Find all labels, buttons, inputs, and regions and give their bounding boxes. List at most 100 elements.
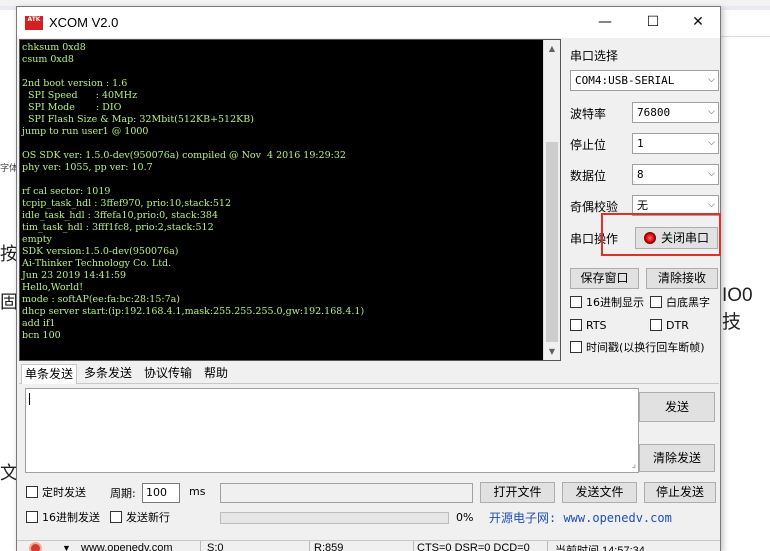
stopbits-select[interactable]: 1 ⌵ [632,133,719,154]
terminal-line: Ai-Thinker Technology Co. Ltd. [22,258,172,269]
terminal-line: SPI Mode : DIO [22,102,122,113]
terminal-line: SPI Speed : 40MHz [22,90,138,101]
terminal-line: OS SDK ver: 1.5.0-dev(950076a) compiled … [22,150,346,161]
databits-select[interactable]: 8 ⌵ [632,164,719,185]
terminal-scrollbar[interactable]: ▲ ▼ [543,40,560,360]
maximize-button[interactable]: ☐ [630,7,676,38]
close-button[interactable]: ✕ [675,7,721,38]
checkbox-box[interactable] [570,296,582,308]
chevron-down-icon: ⌵ [708,138,715,148]
checkbox-box[interactable] [650,296,662,308]
terminal-line: SPI Flash Size & Map: 32Mbit(512KB+512KB… [22,114,254,125]
terminal-line: tim_task_hdl : 3fff1fc8, prio:2,stack:51… [22,222,214,233]
hex-display-checkbox[interactable]: 16进制显示 [570,296,644,309]
white-black-label: 白底黑字 [666,296,710,309]
timed-send-checkbox[interactable]: 定时发送 [26,486,86,499]
dtr-label: DTR [666,319,689,332]
checkbox-box[interactable] [26,486,38,498]
terminal-output: chksum 0xd8 csum 0xd8 2nd boot version : … [22,42,542,342]
scroll-thumb[interactable] [546,142,558,342]
window-title: XCOM V2.0 [49,15,119,30]
scroll-up-icon[interactable]: ▲ [544,40,560,57]
background-divider [721,36,770,37]
settings-gear-icon[interactable] [29,542,42,551]
tab-single-send[interactable]: 单条发送 [21,364,78,384]
status-divider [309,541,310,551]
send-newline-label: 发送新行 [126,511,170,524]
scroll-down-icon[interactable]: ▼ [544,343,560,360]
send-button[interactable]: 发送 [639,392,715,422]
terminal-line: chksum 0xd8 [22,42,86,53]
status-url[interactable]: www.openedv.com [81,542,173,551]
terminal-line: dhcp server start:(ip:192.168.4.1,mask:2… [22,306,365,317]
send-input[interactable]: ⌟ [25,388,639,473]
hex-send-checkbox[interactable]: 16进制发送 [26,511,100,524]
send-file-button[interactable]: 发送文件 [562,482,637,503]
timestamp-checkbox[interactable]: 时间戳(以换行回车断帧) [570,341,705,354]
white-black-checkbox[interactable]: 白底黑字 [650,296,710,309]
parity-select-value: 无 [637,199,648,212]
terminal-line: phy ver: 1055, pp ver: 10.7 [22,162,153,173]
port-label: 串口选择 [570,49,619,63]
status-signals: CTS=0 DSR=0 DCD=0 [417,542,530,551]
minimize-button[interactable]: — [582,7,628,38]
status-sent-count: S:0 [207,542,224,551]
chevron-down-icon: ⌵ [708,107,715,117]
app-logo-icon: ATK [25,16,43,30]
checkbox-box[interactable] [570,319,582,331]
terminal-line: SDK version:1.5.0-dev(950076a) [22,246,179,257]
port-select[interactable]: COM4:USB-SERIAL ⌵ [570,70,719,91]
terminal-line: csum 0xd8 [22,54,74,65]
stopbits-label: 停止位 [570,138,607,152]
stop-send-button[interactable]: 停止发送 [644,482,716,503]
tab-protocol[interactable]: 协议传输 [141,364,195,384]
period-unit: ms [189,485,206,498]
timed-send-label: 定时发送 [42,486,86,499]
terminal-line: tcpip_task_hdl : 3ffef970, prio:10,stack… [22,198,231,209]
terminal-line: empty [22,234,52,245]
send-progress-bar [220,512,449,524]
period-input[interactable]: 100 [142,483,180,503]
status-bar: ▼ www.openedv.com S:0 R:859 CTS=0 DSR=0 … [17,540,720,551]
checkbox-box[interactable] [26,511,38,523]
databits-select-value: 8 [637,168,644,181]
terminal-line: mode : softAP(ee:fa:bc:28:15:7a) [22,294,180,305]
terminal-line: Hello,World! [22,282,84,293]
baud-select[interactable]: 76800 ⌵ [632,102,719,123]
clear-send-button[interactable]: 清除发送 [639,444,715,472]
tab-multi-send[interactable]: 多条发送 [81,364,135,384]
send-tabs: 单条发送 多条发送 协议传输 帮助 [19,364,719,384]
checkbox-box[interactable] [110,511,122,523]
text-caret [29,393,30,405]
tab-help[interactable]: 帮助 [201,364,231,384]
title-bar[interactable]: ATK XCOM V2.0 — ☐ ✕ [17,7,720,38]
website-link[interactable]: 开源电子网: www.openedv.com [489,509,672,526]
terminal-line: Jun 23 2019 14:41:59 [22,270,127,281]
checkbox-box[interactable] [650,319,662,331]
status-dropdown-icon[interactable]: ▼ [62,543,71,551]
chevron-down-icon: ⌵ [708,169,715,179]
highlight-frame [601,213,721,256]
open-file-button[interactable]: 打开文件 [480,482,555,503]
dtr-checkbox[interactable]: DTR [650,319,689,332]
send-newline-checkbox[interactable]: 发送新行 [110,511,170,524]
baud-select-value: 76800 [637,106,671,119]
progress-text: 0% [456,511,474,524]
resize-grip-icon: ⌟ [631,460,636,470]
rts-checkbox[interactable]: RTS [570,319,607,332]
terminal-line: 2nd boot version : 1.6 [22,78,128,89]
file-path-field[interactable] [220,483,473,503]
clear-receive-button[interactable]: 清除接收 [646,268,718,289]
status-divider [413,541,414,551]
background-text-5: IO0技 [722,285,753,333]
baud-label: 波特率 [570,107,607,121]
terminal-line: idle_task_hdl : 3ffefa10,prio:0, stack:3… [22,210,219,221]
terminal-line: jump to run user1 @ 1000 [22,126,149,137]
save-window-button[interactable]: 保存窗口 [570,268,639,289]
checkbox-box[interactable] [570,341,582,353]
terminal-line: rf cal sector: 1019 [22,186,111,197]
receive-terminal[interactable]: chksum 0xd8 csum 0xd8 2nd boot version : … [19,39,561,361]
terminal-line: add if1 [22,318,56,329]
status-time: 当前时间 14:57:34 [555,545,645,551]
